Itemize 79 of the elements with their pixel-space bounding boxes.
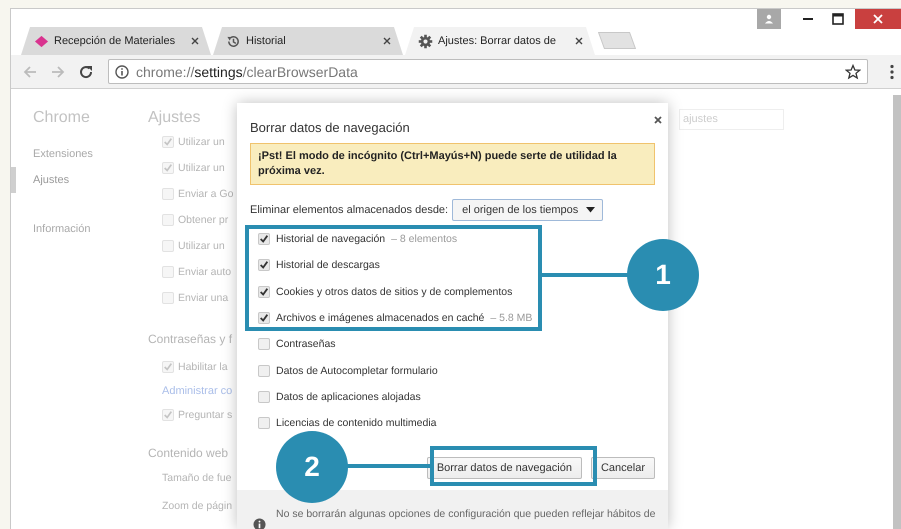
checkbox[interactable] [258,312,270,324]
browser-tab[interactable]: Ajustes: Borrar datos de [405,27,595,55]
close-icon [872,13,884,25]
checkbox[interactable] [258,417,270,430]
checkbox[interactable] [258,286,270,298]
checkbox-label: Utilizar un [178,136,225,148]
tab-title: Historial [246,35,287,47]
close-button[interactable] [855,9,901,29]
checkbox[interactable] [162,292,174,304]
footer-note: No se borrarán algunas opciones de configuración que pueden reflejar hábitos de [276,508,656,520]
checkbox-label: Archivos e imágenes almacenados en caché [276,312,484,324]
checkbox[interactable] [258,390,270,403]
checkbox[interactable] [258,364,270,377]
profile-button[interactable] [757,9,781,29]
page-title: Ajustes [148,108,202,128]
checkbox-label: Utilizar un [178,162,225,174]
item-detail: – 8 elementos [391,233,458,246]
info-icon [115,64,129,78]
checkbox-label: Enviar a Go [178,188,234,200]
checkbox[interactable] [162,361,174,373]
setting-label: Zoom de págin [162,500,232,512]
checkbox[interactable] [162,136,174,148]
setting-label: Tamaño de fue [162,472,232,484]
menu-icon[interactable] [890,64,894,80]
checkbox-label: Obtener pr [178,214,228,226]
forward-icon[interactable] [50,64,66,80]
info-icon [253,518,266,529]
close-icon[interactable] [653,115,663,125]
back-icon[interactable] [22,64,38,80]
checkbox-label: Habilitar la [178,361,228,373]
settings-icon [418,34,433,48]
checkbox[interactable] [162,266,174,278]
checkbox[interactable] [162,188,174,200]
scrollbar[interactable] [893,95,901,529]
tab-title: Recepción de Materiales [54,35,176,47]
checkbox-label: Historial de navegación [276,233,386,246]
item-detail: – 5.8 MB [490,312,532,324]
clear-data-button[interactable]: Borrar datos de navegación [426,457,582,480]
checkbox-label: Preguntar s [178,409,232,421]
range-label: Eliminar elementos almacenados desde: [250,204,448,216]
cancel-button[interactable]: Cancelar [590,457,655,480]
sidebar-title: Chrome [32,108,91,128]
diamond-icon [34,34,49,48]
reload-icon[interactable] [78,64,94,80]
checkbox[interactable] [162,409,174,421]
checkbox[interactable] [258,338,270,350]
caret-icon [586,207,596,213]
checkbox[interactable] [258,259,270,272]
checkbox-label: Licencias de contenido multimedia [276,417,437,430]
maximize-icon [832,13,844,25]
checkbox[interactable] [162,162,174,174]
new-tab-button[interactable] [598,32,636,49]
checkbox-label: Historial de descargas [276,259,380,272]
checkbox-label: Utilizar un [178,240,225,252]
browser-tab[interactable]: Recepción de Materiales [21,27,211,55]
checkbox-label: Datos de aplicaciones alojadas [276,390,421,403]
minimize-icon [803,18,813,20]
history-icon [226,34,241,48]
address-bar[interactable]: chrome://settings/clearBrowserData [108,59,868,84]
section-heading: Contenido web [148,445,230,462]
checkbox-label: Contraseñas [276,338,336,350]
notice-banner: ¡Pst! El modo de incógnito (Ctrl+Mayús+N) puede serte de utilidad la próxima vez. [250,143,655,185]
checkbox-label: Datos de Autocompletar formulario [276,364,438,377]
browser-tab[interactable]: Historial [213,27,403,55]
close-icon[interactable] [190,36,200,46]
close-icon[interactable] [574,36,584,46]
star-icon[interactable] [845,64,861,80]
time-range-dropdown[interactable]: el origen de los tiempos [452,199,604,221]
person-icon [764,14,774,24]
checkbox-label: Enviar una [178,292,228,304]
tab-title: Ajustes: Borrar datos de [438,35,558,47]
checkbox-label: Cookies y otros datos de sitios y de complementos [276,286,512,298]
dialog-title: Borrar datos de navegación [250,119,411,137]
close-icon[interactable] [382,36,392,46]
checkbox[interactable] [162,214,174,226]
checkbox[interactable] [162,240,174,252]
section-heading: Contraseñas y f [148,331,234,348]
checkbox-label: Enviar auto [178,266,232,278]
checkbox[interactable] [258,233,270,246]
